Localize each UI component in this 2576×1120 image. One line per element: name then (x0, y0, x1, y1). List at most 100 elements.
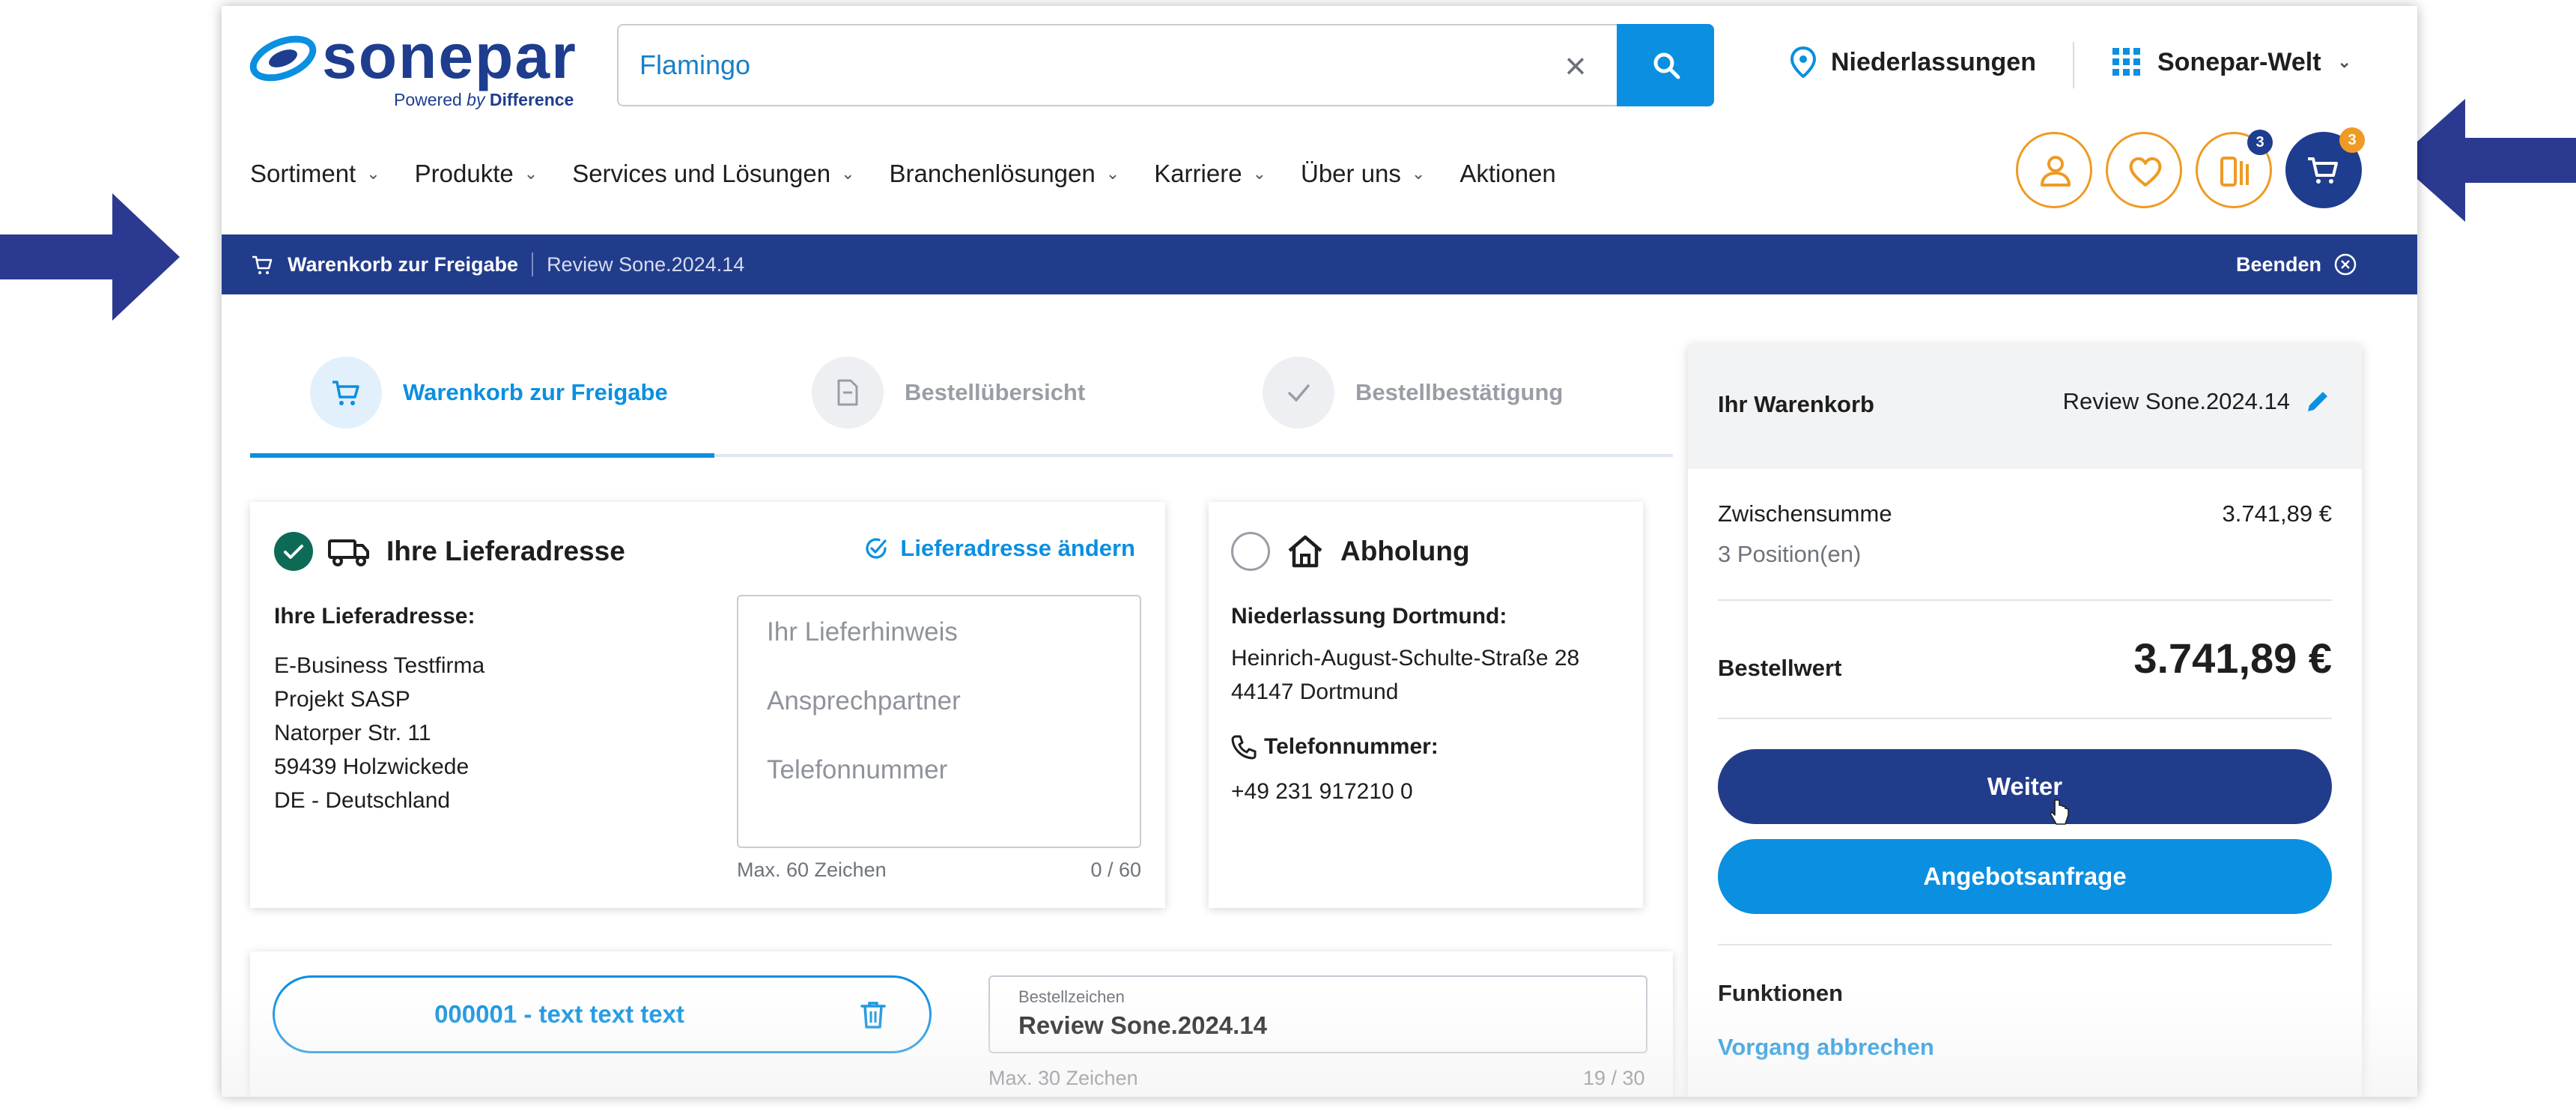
summary-header: Ihr Warenkorb Review Sone.2024.14 (1688, 345, 2362, 469)
cart-button[interactable]: 3 (2285, 127, 2365, 208)
hint-char-count: 0 / 60 (1090, 859, 1141, 881)
delivery-address-label: Ihre Lieferadresse: (274, 604, 476, 629)
header-divider (2073, 42, 2074, 88)
delivery-selected-radio[interactable] (274, 532, 313, 571)
end-approval-button[interactable]: Beenden (2236, 234, 2357, 294)
chevron-down-icon: ⌄ (366, 164, 380, 183)
summary-divider (1718, 599, 2332, 601)
search-button[interactable] (1617, 24, 1714, 106)
clear-search-icon[interactable]: × (1555, 45, 1597, 87)
phone-label-text: Telefonnummer: (1264, 734, 1439, 759)
hint-placeholder-line: Ansprechpartner (767, 686, 961, 715)
wishlist-button[interactable] (2106, 132, 2182, 208)
nav-label: Produkte (414, 160, 514, 187)
mouse-cursor-icon (2050, 799, 2069, 825)
nav-item-services[interactable]: Services und Lösungen ⌄ (572, 160, 854, 188)
nav-label: Karriere (1154, 160, 1242, 187)
order-reference-max: Max. 30 Zeichen (988, 1067, 1138, 1089)
branches-link[interactable]: Niederlassungen (1790, 36, 2036, 88)
delivery-hint-textarea[interactable]: Ihr Lieferhinweis Ansprechpartner Telefo… (737, 595, 1141, 848)
delivery-truck-icon (328, 539, 369, 566)
chevron-down-icon: ⌄ (2337, 52, 2351, 71)
banner-title: Warenkorb zur Freigabe (288, 252, 519, 276)
next-button[interactable]: Weiter (1718, 749, 2332, 824)
order-reference-field[interactable]: Bestellzeichen Review Sone.2024.14 (988, 975, 1647, 1053)
chevron-down-icon: ⌄ (1411, 164, 1426, 183)
cart-summary-panel: Ihr Warenkorb Review Sone.2024.14 Zwisch… (1688, 345, 2362, 1097)
approval-banner: Warenkorb zur Freigabe Review Sone.2024.… (222, 234, 2417, 294)
positions-count: 3 Position(en) (1718, 541, 1862, 567)
nav-label: Branchenlösungen (889, 160, 1096, 187)
sonepar-logo[interactable]: sonepar Powered by Difference (249, 21, 576, 111)
compare-button[interactable]: 3 (2196, 130, 2273, 208)
step-label: Bestellbestätigung (1355, 379, 1564, 405)
user-icon (2041, 156, 2071, 187)
functions-label: Funktionen (1718, 980, 1844, 1006)
compare-count-badge: 3 (2247, 130, 2273, 155)
heart-icon (2129, 157, 2162, 187)
pickup-title: Abholung (1287, 532, 1470, 571)
banner-separator (532, 252, 534, 276)
logo-tagline-by: by (467, 90, 485, 109)
pickup-title-text: Abholung (1340, 536, 1470, 566)
cart-count-badge: 3 (2339, 127, 2365, 153)
quote-request-button[interactable]: Angebotsanfrage (1718, 839, 2332, 914)
order-reference-label: Bestellzeichen (1018, 987, 1125, 1006)
checkmark-icon (1288, 384, 1310, 402)
pencil-icon[interactable] (2305, 389, 2330, 414)
summary-reference-text: Review Sone.2024.14 (2062, 388, 2290, 414)
main-nav: Sortiment ⌄ Produkte ⌄ Services und Lösung… (250, 138, 1556, 210)
address-line: DE - Deutschland (274, 788, 451, 813)
cart-icon (332, 381, 359, 405)
nav-item-aktionen[interactable]: Aktionen (1459, 160, 1555, 188)
step-label: Warenkorb zur Freigabe (403, 379, 668, 405)
cart-icon (252, 255, 273, 274)
close-circle-icon (2334, 253, 2357, 276)
search-input[interactable] (640, 43, 1508, 87)
subtotal-value: 3.741,89 € (2222, 500, 2332, 527)
location-pin-icon (1790, 46, 1816, 78)
subtotal-label: Zwischensumme (1718, 500, 1892, 527)
logo-tagline-prefix: Powered (394, 90, 462, 109)
pickup-radio[interactable] (1231, 532, 1270, 571)
sonepar-world-menu[interactable]: Sonepar-Welt ⌄ (2112, 36, 2351, 88)
pickup-card: Abholung Niederlassung Dortmund: Heinric… (1209, 502, 1643, 908)
change-delivery-address-link[interactable]: Lieferadresse ändern (863, 535, 1135, 562)
chevron-down-icon: ⌄ (1105, 164, 1120, 183)
hint-placeholder-line: Telefonnummer (767, 755, 948, 784)
nav-item-sortiment[interactable]: Sortiment ⌄ (250, 160, 380, 188)
app-frame: sonepar Powered by Difference × Niederla… (222, 6, 2417, 1097)
logo-tagline: Powered by Difference (394, 90, 574, 110)
trash-icon[interactable] (859, 1000, 887, 1030)
sonepar-logo-icon (249, 35, 317, 82)
nav-item-karriere[interactable]: Karriere ⌄ (1154, 160, 1266, 188)
address-line: E-Business Testfirma (274, 653, 485, 678)
cancel-process-link[interactable]: Vorgang abbrechen (1718, 1034, 1934, 1061)
nav-item-branchenloesungen[interactable]: Branchenlösungen ⌄ (890, 160, 1120, 188)
hint-max-length: Max. 60 Zeichen (737, 859, 887, 881)
nav-label: Über uns (1301, 160, 1401, 187)
hint-placeholder-line: Ihr Lieferhinweis (767, 617, 958, 647)
nav-item-produkte[interactable]: Produkte ⌄ (415, 160, 538, 188)
pickup-branch-label: Niederlassung Dortmund: (1231, 604, 1507, 629)
cart-item-card: 000001 - text text text Bestellzeichen R… (250, 951, 1673, 1097)
cart-item-pill[interactable]: 000001 - text text text (273, 975, 932, 1053)
address-line: 59439 Holzwickede (274, 754, 470, 779)
order-reference-count: 19 / 30 (1583, 1067, 1645, 1089)
change-link-text: Lieferadresse ändern (900, 535, 1135, 561)
chevron-down-icon: ⌄ (1252, 164, 1266, 183)
check-icon (284, 545, 303, 559)
document-icon (837, 379, 858, 406)
step-label: Bestellübersicht (905, 379, 1086, 405)
delivery-title-text: Ihre Lieferadresse (386, 536, 625, 566)
account-button[interactable] (2016, 132, 2092, 208)
summary-title: Ihr Warenkorb (1718, 391, 1874, 417)
sonepar-world-label: Sonepar-Welt (2157, 47, 2321, 76)
nav-item-ueber-uns[interactable]: Über uns ⌄ (1301, 160, 1425, 188)
delivery-title: Ihre Lieferadresse (328, 532, 625, 571)
step-circle (812, 357, 884, 429)
step-cart-approval[interactable]: Warenkorb zur Freigabe (310, 357, 668, 429)
banner-reference: Review Sone.2024.14 (547, 252, 745, 276)
chevron-down-icon: ⌄ (841, 164, 855, 183)
summary-divider (1718, 718, 2332, 719)
